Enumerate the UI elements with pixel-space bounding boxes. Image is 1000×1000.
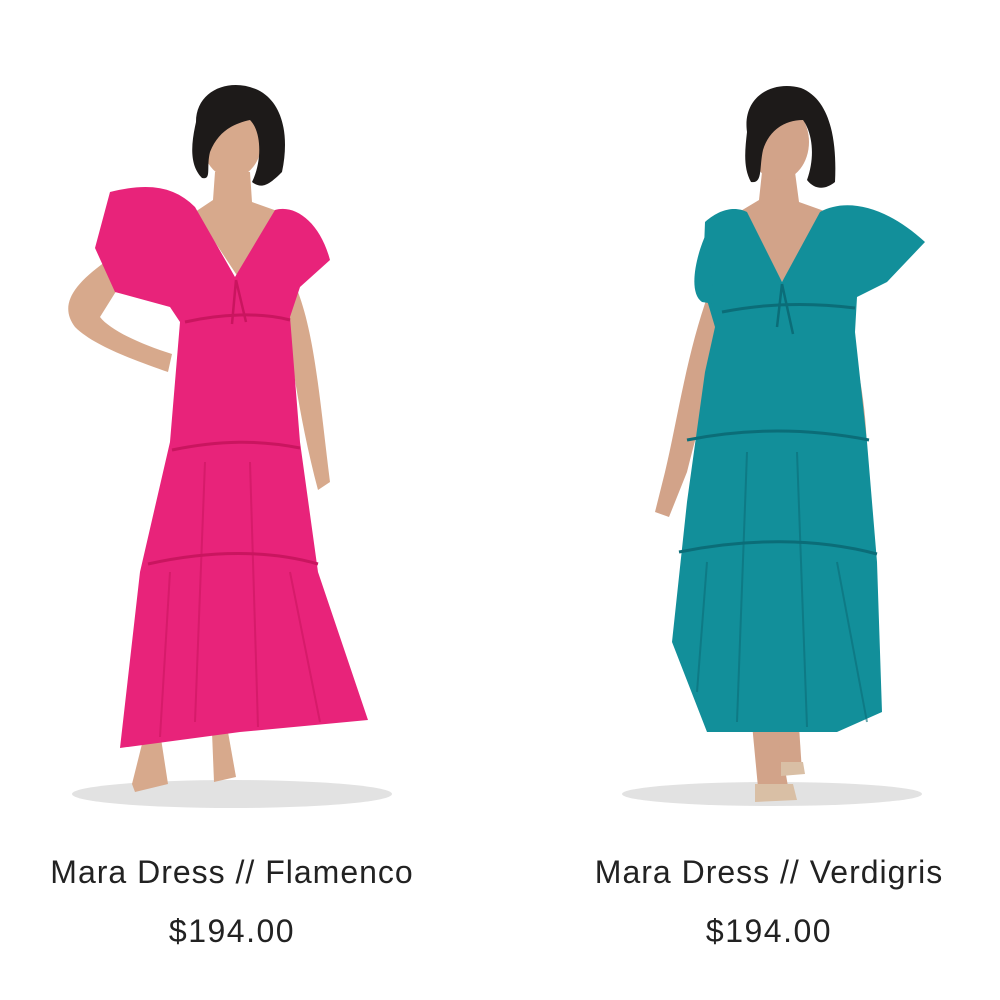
product-grid: Mara Dress // Flamenco $194.00 Mara Dres…	[0, 0, 1000, 1000]
product-card-verdigris[interactable]: Mara Dress // Verdigris $194.00	[537, 72, 1000, 950]
model-illustration-verdigris	[622, 85, 925, 806]
product-name-flamenco[interactable]: Mara Dress // Flamenco	[0, 854, 464, 891]
model-illustration-flamenco	[68, 85, 392, 808]
product-name-verdigris[interactable]: Mara Dress // Verdigris	[537, 854, 1000, 891]
product-card-flamenco[interactable]: Mara Dress // Flamenco $194.00	[0, 72, 464, 950]
product-image-verdigris[interactable]	[537, 72, 1000, 818]
product-price-flamenco: $194.00	[168, 913, 296, 949]
product-price-verdigris: $194.00	[705, 913, 833, 949]
product-image-flamenco[interactable]	[0, 72, 464, 818]
